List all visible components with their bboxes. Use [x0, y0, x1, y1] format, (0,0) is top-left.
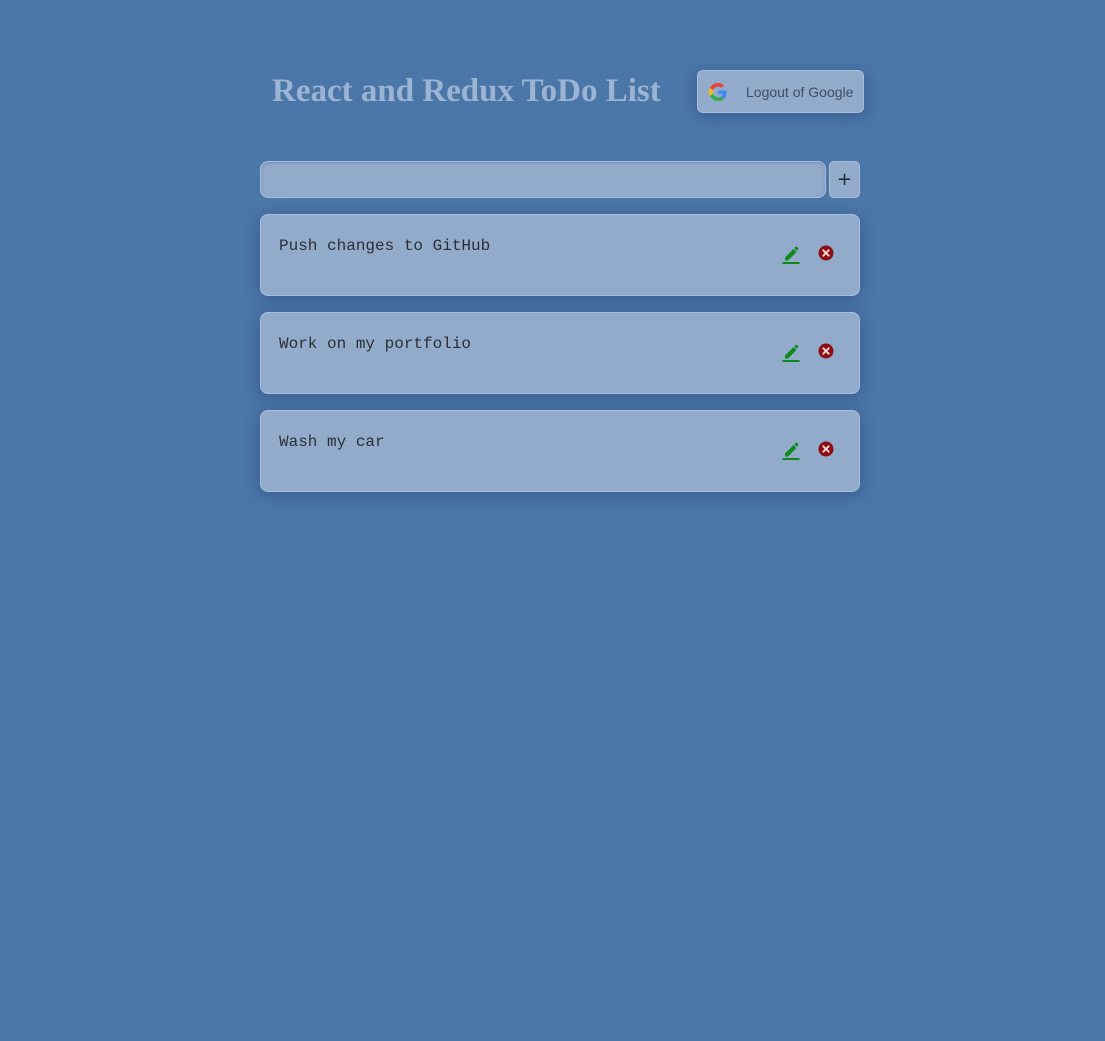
pencil-icon[interactable]	[782, 342, 800, 362]
todo-text: Push changes to GitHub	[279, 237, 491, 255]
todo-item: Wash my car	[260, 410, 860, 492]
todo-item: Work on my portfolio	[260, 312, 860, 394]
todo-item: Push changes to GitHub	[260, 214, 860, 296]
google-icon	[708, 82, 728, 102]
new-todo-input[interactable]	[260, 161, 826, 198]
pencil-icon[interactable]	[782, 244, 800, 264]
logout-label: Logout of Google	[746, 83, 854, 100]
todo-text: Wash my car	[279, 433, 385, 451]
circle-x-icon[interactable]	[818, 245, 834, 261]
todo-text: Work on my portfolio	[279, 335, 472, 353]
pencil-icon[interactable]	[782, 440, 800, 460]
logout-google-button[interactable]: Logout of Google	[697, 70, 864, 113]
add-todo-button[interactable]: +	[829, 161, 860, 198]
circle-x-icon[interactable]	[818, 441, 834, 457]
circle-x-icon[interactable]	[818, 343, 834, 359]
todo-list: Push changes to GitHub Work on my portfo…	[260, 214, 860, 508]
page-title: React and Redux ToDo List	[272, 73, 661, 109]
